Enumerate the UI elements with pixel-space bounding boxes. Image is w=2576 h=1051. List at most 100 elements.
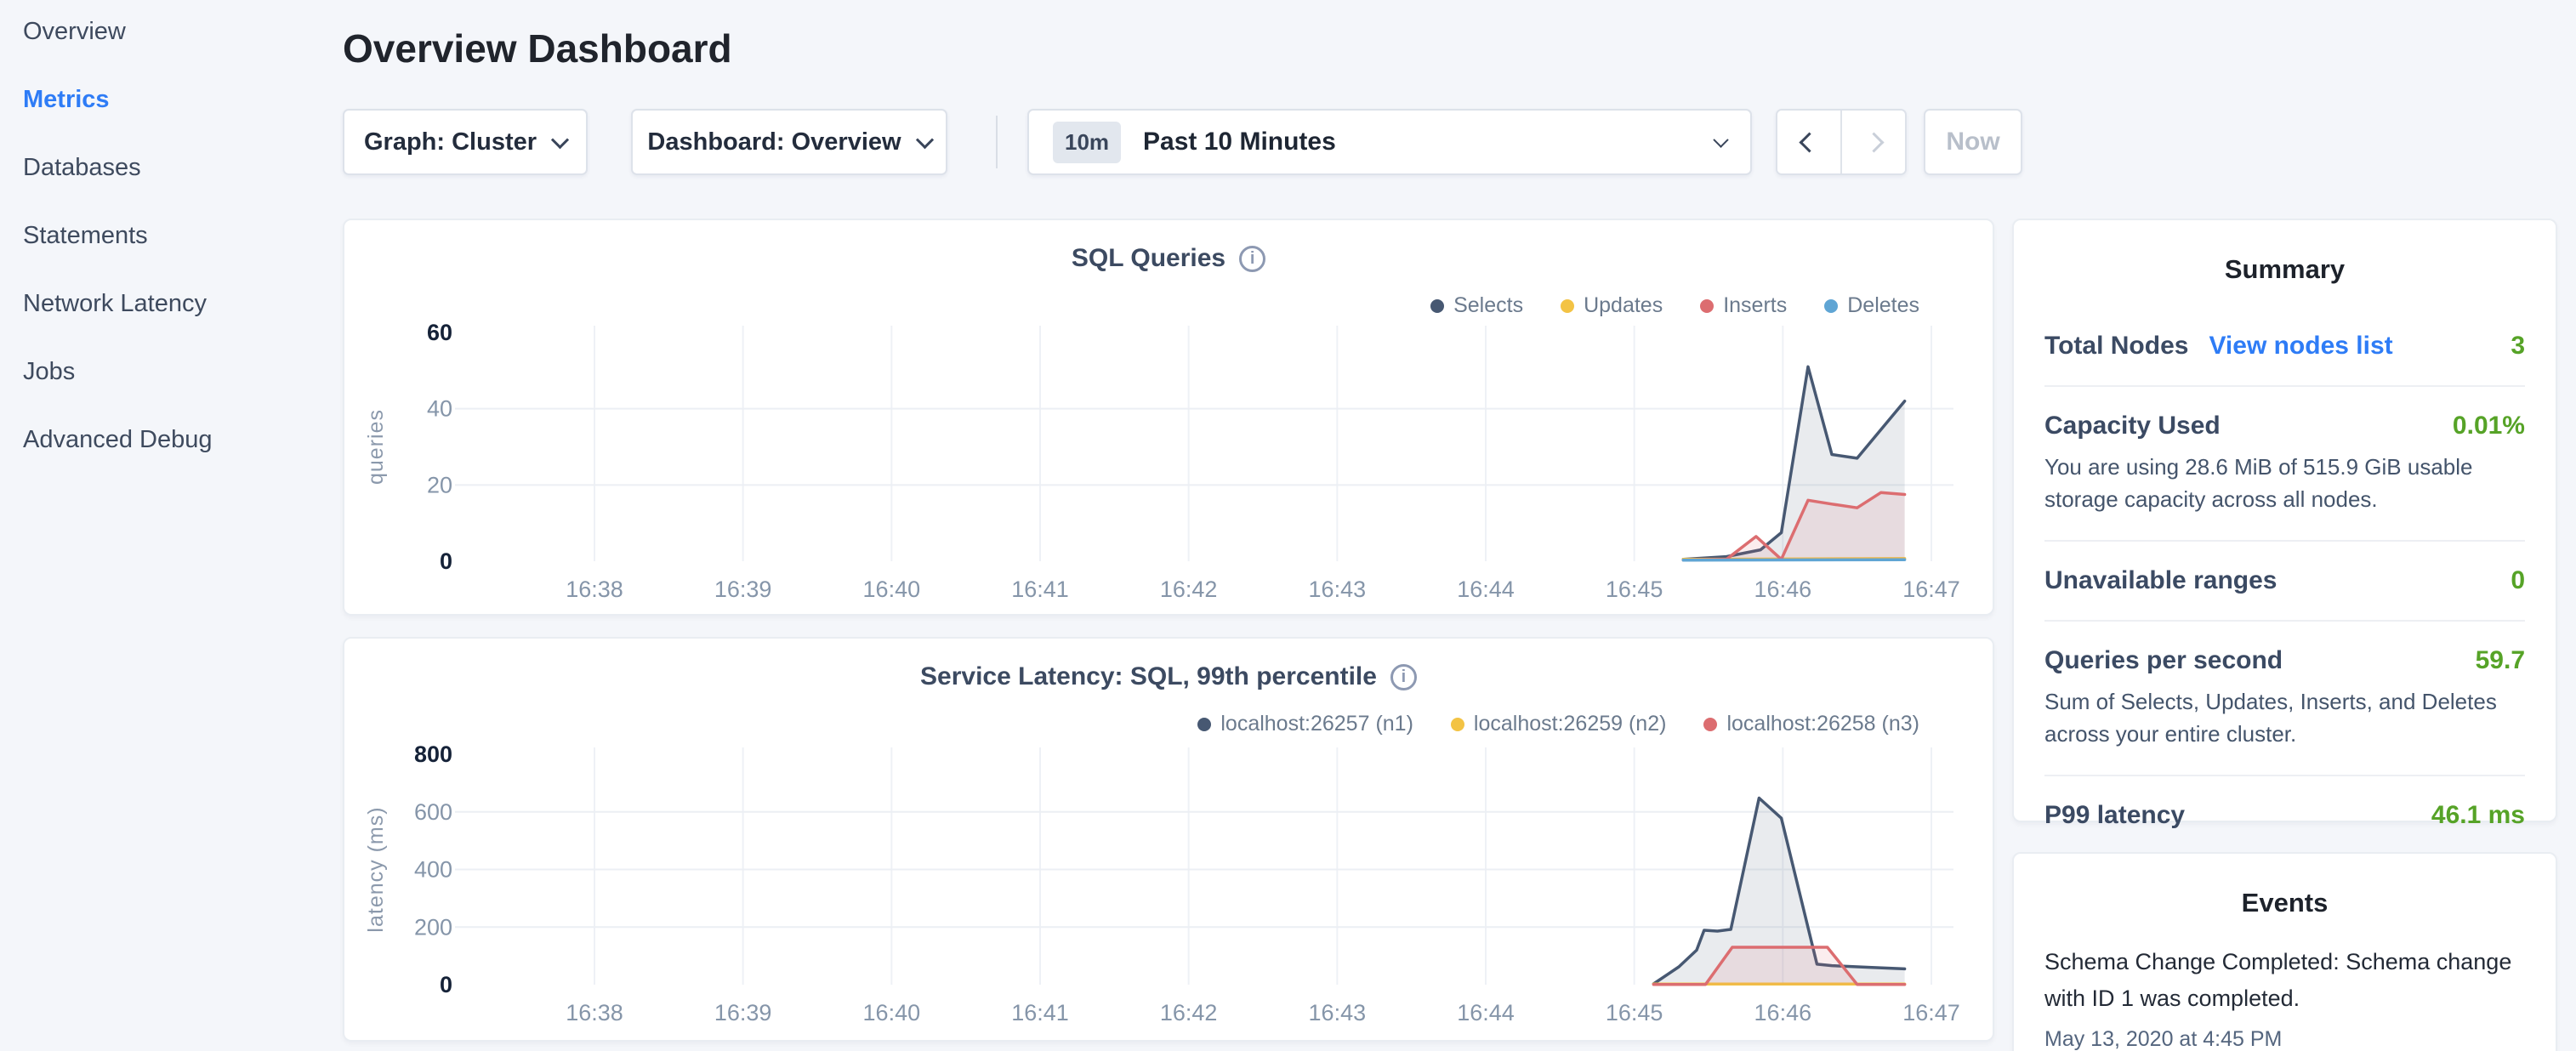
sidebar-item-databases[interactable]: Databases [23, 156, 329, 180]
svg-text:600: 600 [414, 799, 452, 825]
legend-label: Updates [1584, 293, 1663, 318]
legend-label: Deletes [1847, 293, 1919, 318]
summary-label: Unavailable ranges [2044, 566, 2277, 595]
events-panel: Events Schema Change Completed: Schema c… [2012, 852, 2557, 1051]
legend-dot [1451, 718, 1464, 731]
legend-item-selects[interactable]: Selects [1430, 293, 1523, 318]
chart-title-row: Service Latency: SQL, 99th percentile i [344, 662, 1993, 691]
legend-item-n2[interactable]: localhost:26259 (n2) [1451, 712, 1667, 736]
info-icon[interactable]: i [1390, 664, 1417, 690]
svg-text:16:42: 16:42 [1160, 1000, 1218, 1025]
time-window-label: Past 10 Minutes [1143, 128, 1336, 156]
legend-dot [1561, 299, 1574, 313]
chevron-down-icon [1713, 132, 1728, 147]
summary-row-capacity-used: Capacity Used 0.01% You are using 28.6 M… [2044, 387, 2525, 542]
summary-value: 59.7 [2476, 646, 2525, 675]
view-nodes-link[interactable]: View nodes list [2209, 332, 2392, 361]
svg-text:queries: queries [364, 409, 388, 485]
chevron-down-icon [915, 131, 933, 149]
summary-row-unavailable-ranges: Unavailable ranges 0 [2044, 542, 2525, 622]
legend-dot [1430, 299, 1444, 313]
sidebar-item-advanced-debug[interactable]: Advanced Debug [23, 428, 329, 452]
summary-value: 0.01% [2453, 412, 2525, 440]
legend-item-inserts[interactable]: Inserts [1700, 293, 1787, 318]
service-latency-chart[interactable]: 020040060080016:3816:3916:4016:4116:4216… [344, 639, 1996, 1043]
event-timestamp: May 13, 2020 at 4:45 PM [2044, 1027, 2525, 1051]
events-title: Events [2044, 854, 2525, 918]
info-icon[interactable]: i [1239, 246, 1265, 272]
summary-row-queries-per-second: Queries per second 59.7 Sum of Selects, … [2044, 622, 2525, 776]
sidebar-item-statements[interactable]: Statements [23, 224, 329, 248]
chart-legend: Selects Updates Inserts Deletes [1430, 293, 1919, 318]
event-message: Schema Change Completed: Schema change w… [2044, 944, 2525, 1017]
svg-text:60: 60 [427, 320, 452, 345]
svg-text:16:45: 16:45 [1606, 1000, 1663, 1025]
summary-label: Queries per second [2044, 646, 2283, 675]
sql-queries-chart[interactable]: 020406016:3816:3916:4016:4116:4216:4316:… [344, 220, 1996, 617]
sidebar-item-overview[interactable]: Overview [23, 20, 329, 44]
summary-value: 46.1 ms [2431, 801, 2525, 830]
service-latency-chart-card: Service Latency: SQL, 99th percentile i … [343, 637, 1994, 1042]
chevron-right-icon [1863, 132, 1884, 152]
svg-text:16:47: 16:47 [1902, 1000, 1960, 1025]
legend-label: localhost:26259 (n2) [1474, 712, 1667, 736]
legend-dot [1197, 718, 1211, 731]
chevron-down-icon [551, 131, 569, 149]
sql-queries-chart-card: SQL Queries i Selects Updates Inserts De… [343, 219, 1994, 616]
svg-text:16:41: 16:41 [1011, 577, 1069, 602]
dashboard-dropdown[interactable]: Dashboard: Overview [631, 109, 947, 175]
chart-title: Service Latency: SQL, 99th percentile [920, 662, 1377, 691]
legend-item-updates[interactable]: Updates [1561, 293, 1663, 318]
svg-text:16:47: 16:47 [1902, 577, 1960, 602]
app-root: Overview Metrics Databases Statements Ne… [0, 0, 2576, 1051]
summary-row-total-nodes: Total Nodes View nodes list 3 [2044, 297, 2525, 387]
chart-title-row: SQL Queries i [344, 244, 1993, 273]
svg-text:16:41: 16:41 [1011, 1000, 1069, 1025]
svg-text:16:38: 16:38 [566, 1000, 623, 1025]
sidebar-item-jobs[interactable]: Jobs [23, 360, 329, 384]
summary-label: Total Nodes [2044, 332, 2188, 361]
event-item: Schema Change Completed: Schema change w… [2044, 944, 2525, 1051]
dashboard-dropdown-label: Dashboard: Overview [647, 128, 901, 156]
now-button[interactable]: Now [1924, 109, 2022, 175]
svg-text:200: 200 [414, 914, 452, 940]
svg-text:16:40: 16:40 [863, 1000, 921, 1025]
svg-text:40: 40 [427, 396, 452, 422]
svg-text:400: 400 [414, 857, 452, 883]
chart-title: SQL Queries [1072, 244, 1225, 273]
summary-label: Capacity Used [2044, 412, 2221, 440]
graph-dropdown-label: Graph: Cluster [364, 128, 537, 156]
time-window-selector[interactable]: 10m Past 10 Minutes [1027, 109, 1752, 175]
svg-text:16:43: 16:43 [1309, 1000, 1367, 1025]
graph-dropdown[interactable]: Graph: Cluster [343, 109, 588, 175]
svg-text:16:46: 16:46 [1754, 1000, 1812, 1025]
svg-text:16:45: 16:45 [1606, 577, 1663, 602]
svg-text:20: 20 [427, 472, 452, 497]
svg-text:16:46: 16:46 [1754, 577, 1812, 602]
legend-dot [1824, 299, 1838, 313]
legend-item-deletes[interactable]: Deletes [1824, 293, 1919, 318]
legend-dot [1700, 299, 1714, 313]
svg-text:800: 800 [414, 741, 452, 767]
svg-text:16:44: 16:44 [1457, 577, 1515, 602]
legend-item-n3[interactable]: localhost:26258 (n3) [1703, 712, 1919, 736]
svg-text:latency (ms): latency (ms) [364, 806, 388, 932]
time-forward-button[interactable] [1840, 111, 1905, 173]
time-back-button[interactable] [1777, 111, 1840, 173]
chevron-left-icon [1799, 132, 1819, 152]
svg-text:16:39: 16:39 [714, 577, 772, 602]
svg-text:0: 0 [440, 972, 452, 997]
svg-text:16:38: 16:38 [566, 577, 623, 602]
svg-text:16:42: 16:42 [1160, 577, 1218, 602]
summary-description: You are using 28.6 MiB of 515.9 GiB usab… [2044, 451, 2525, 515]
legend-label: Selects [1453, 293, 1523, 318]
summary-description: Sum of Selects, Updates, Inserts, and De… [2044, 685, 2525, 750]
page-title: Overview Dashboard [343, 26, 732, 71]
legend-item-n1[interactable]: localhost:26257 (n1) [1197, 712, 1413, 736]
legend-label: Inserts [1723, 293, 1787, 318]
summary-row-p99-latency: P99 latency 46.1 ms [2044, 776, 2525, 855]
svg-text:16:43: 16:43 [1309, 577, 1367, 602]
sidebar-item-metrics[interactable]: Metrics [23, 88, 329, 112]
time-nav [1776, 109, 1907, 175]
sidebar-item-network-latency[interactable]: Network Latency [23, 292, 329, 316]
